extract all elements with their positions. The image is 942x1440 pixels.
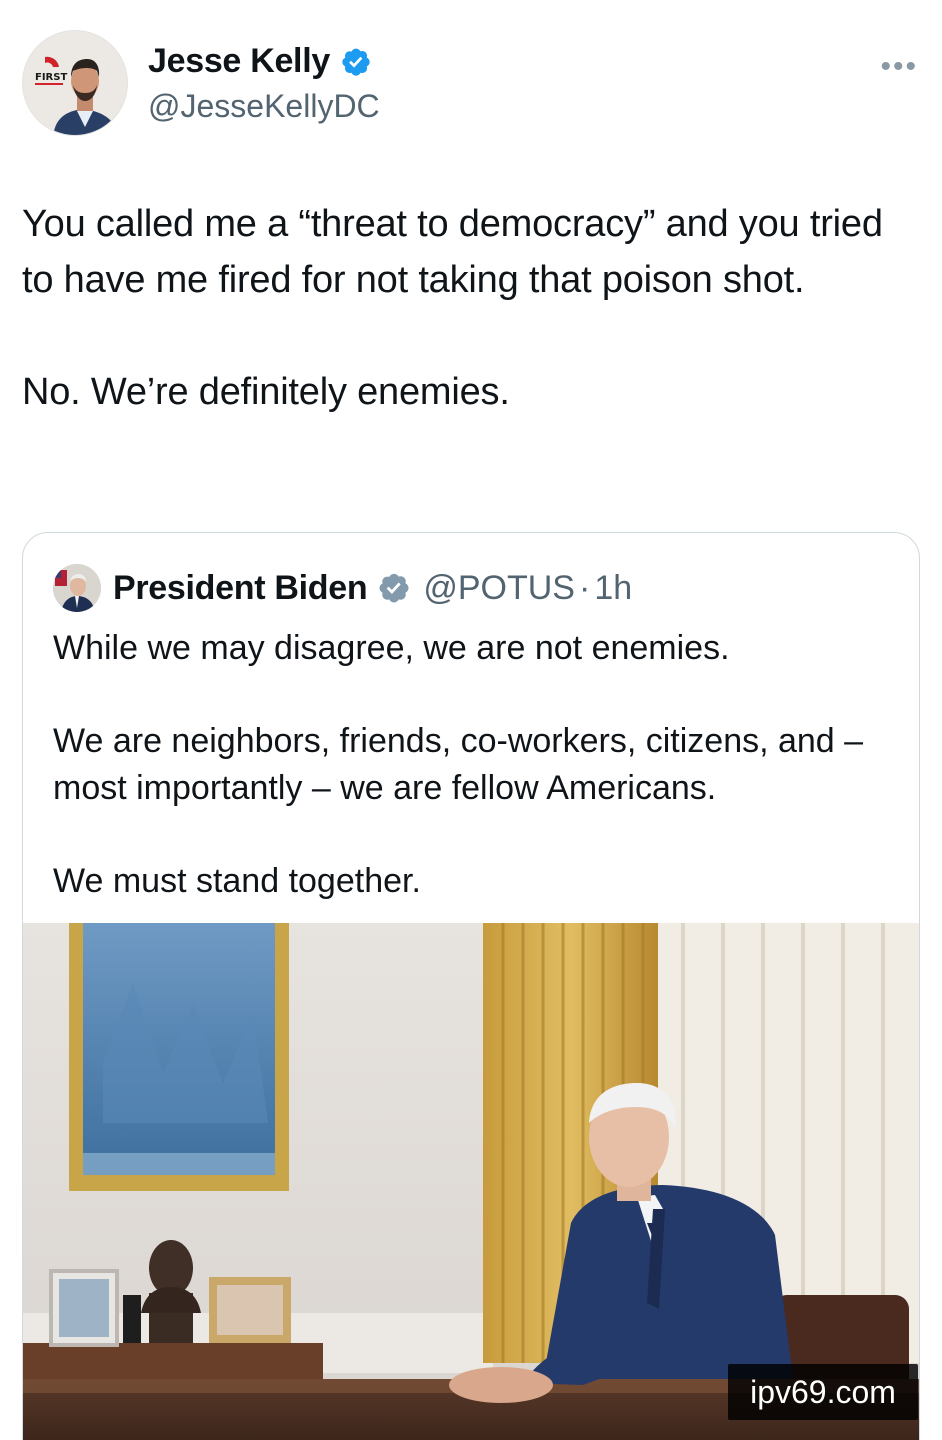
quoted-author-handle[interactable]: @POTUS [423,569,575,608]
verified-badge-icon [342,48,370,76]
quoted-avatar-image [53,564,101,612]
quoted-tweet-text: While we may disagree, we are not enemie… [53,629,864,900]
quoted-tweet-time[interactable]: 1h [594,569,632,608]
quoted-author-name[interactable]: President Biden [113,569,368,608]
tweet-text: You called me a “threat to democracy” an… [22,203,883,413]
quoted-tweet-header: President Biden @POTUS · 1h [53,563,632,613]
quoted-author-avatar[interactable] [53,564,101,612]
separator-dot: · [578,568,591,607]
avatar-image: FIRST [23,31,127,135]
tweet-header: FIRST Jesse Kelly @JesseKellyDC ••• [22,30,922,140]
more-horizontal-icon[interactable]: ••• [880,52,918,82]
oval-office-photo [23,923,919,1440]
quoted-tweet-card[interactable]: President Biden @POTUS · 1h While we may… [22,532,920,1440]
svg-text:FIRST: FIRST [35,72,67,83]
author-handle[interactable]: @JesseKellyDC [148,88,380,125]
author-name[interactable]: Jesse Kelly [148,42,330,81]
watermark: ipv69.com [728,1364,918,1420]
quoted-tweet-media[interactable] [23,923,919,1440]
author-name-row: Jesse Kelly [148,42,372,81]
gray-verified-badge-icon [379,573,409,603]
author-avatar[interactable]: FIRST [22,30,128,136]
